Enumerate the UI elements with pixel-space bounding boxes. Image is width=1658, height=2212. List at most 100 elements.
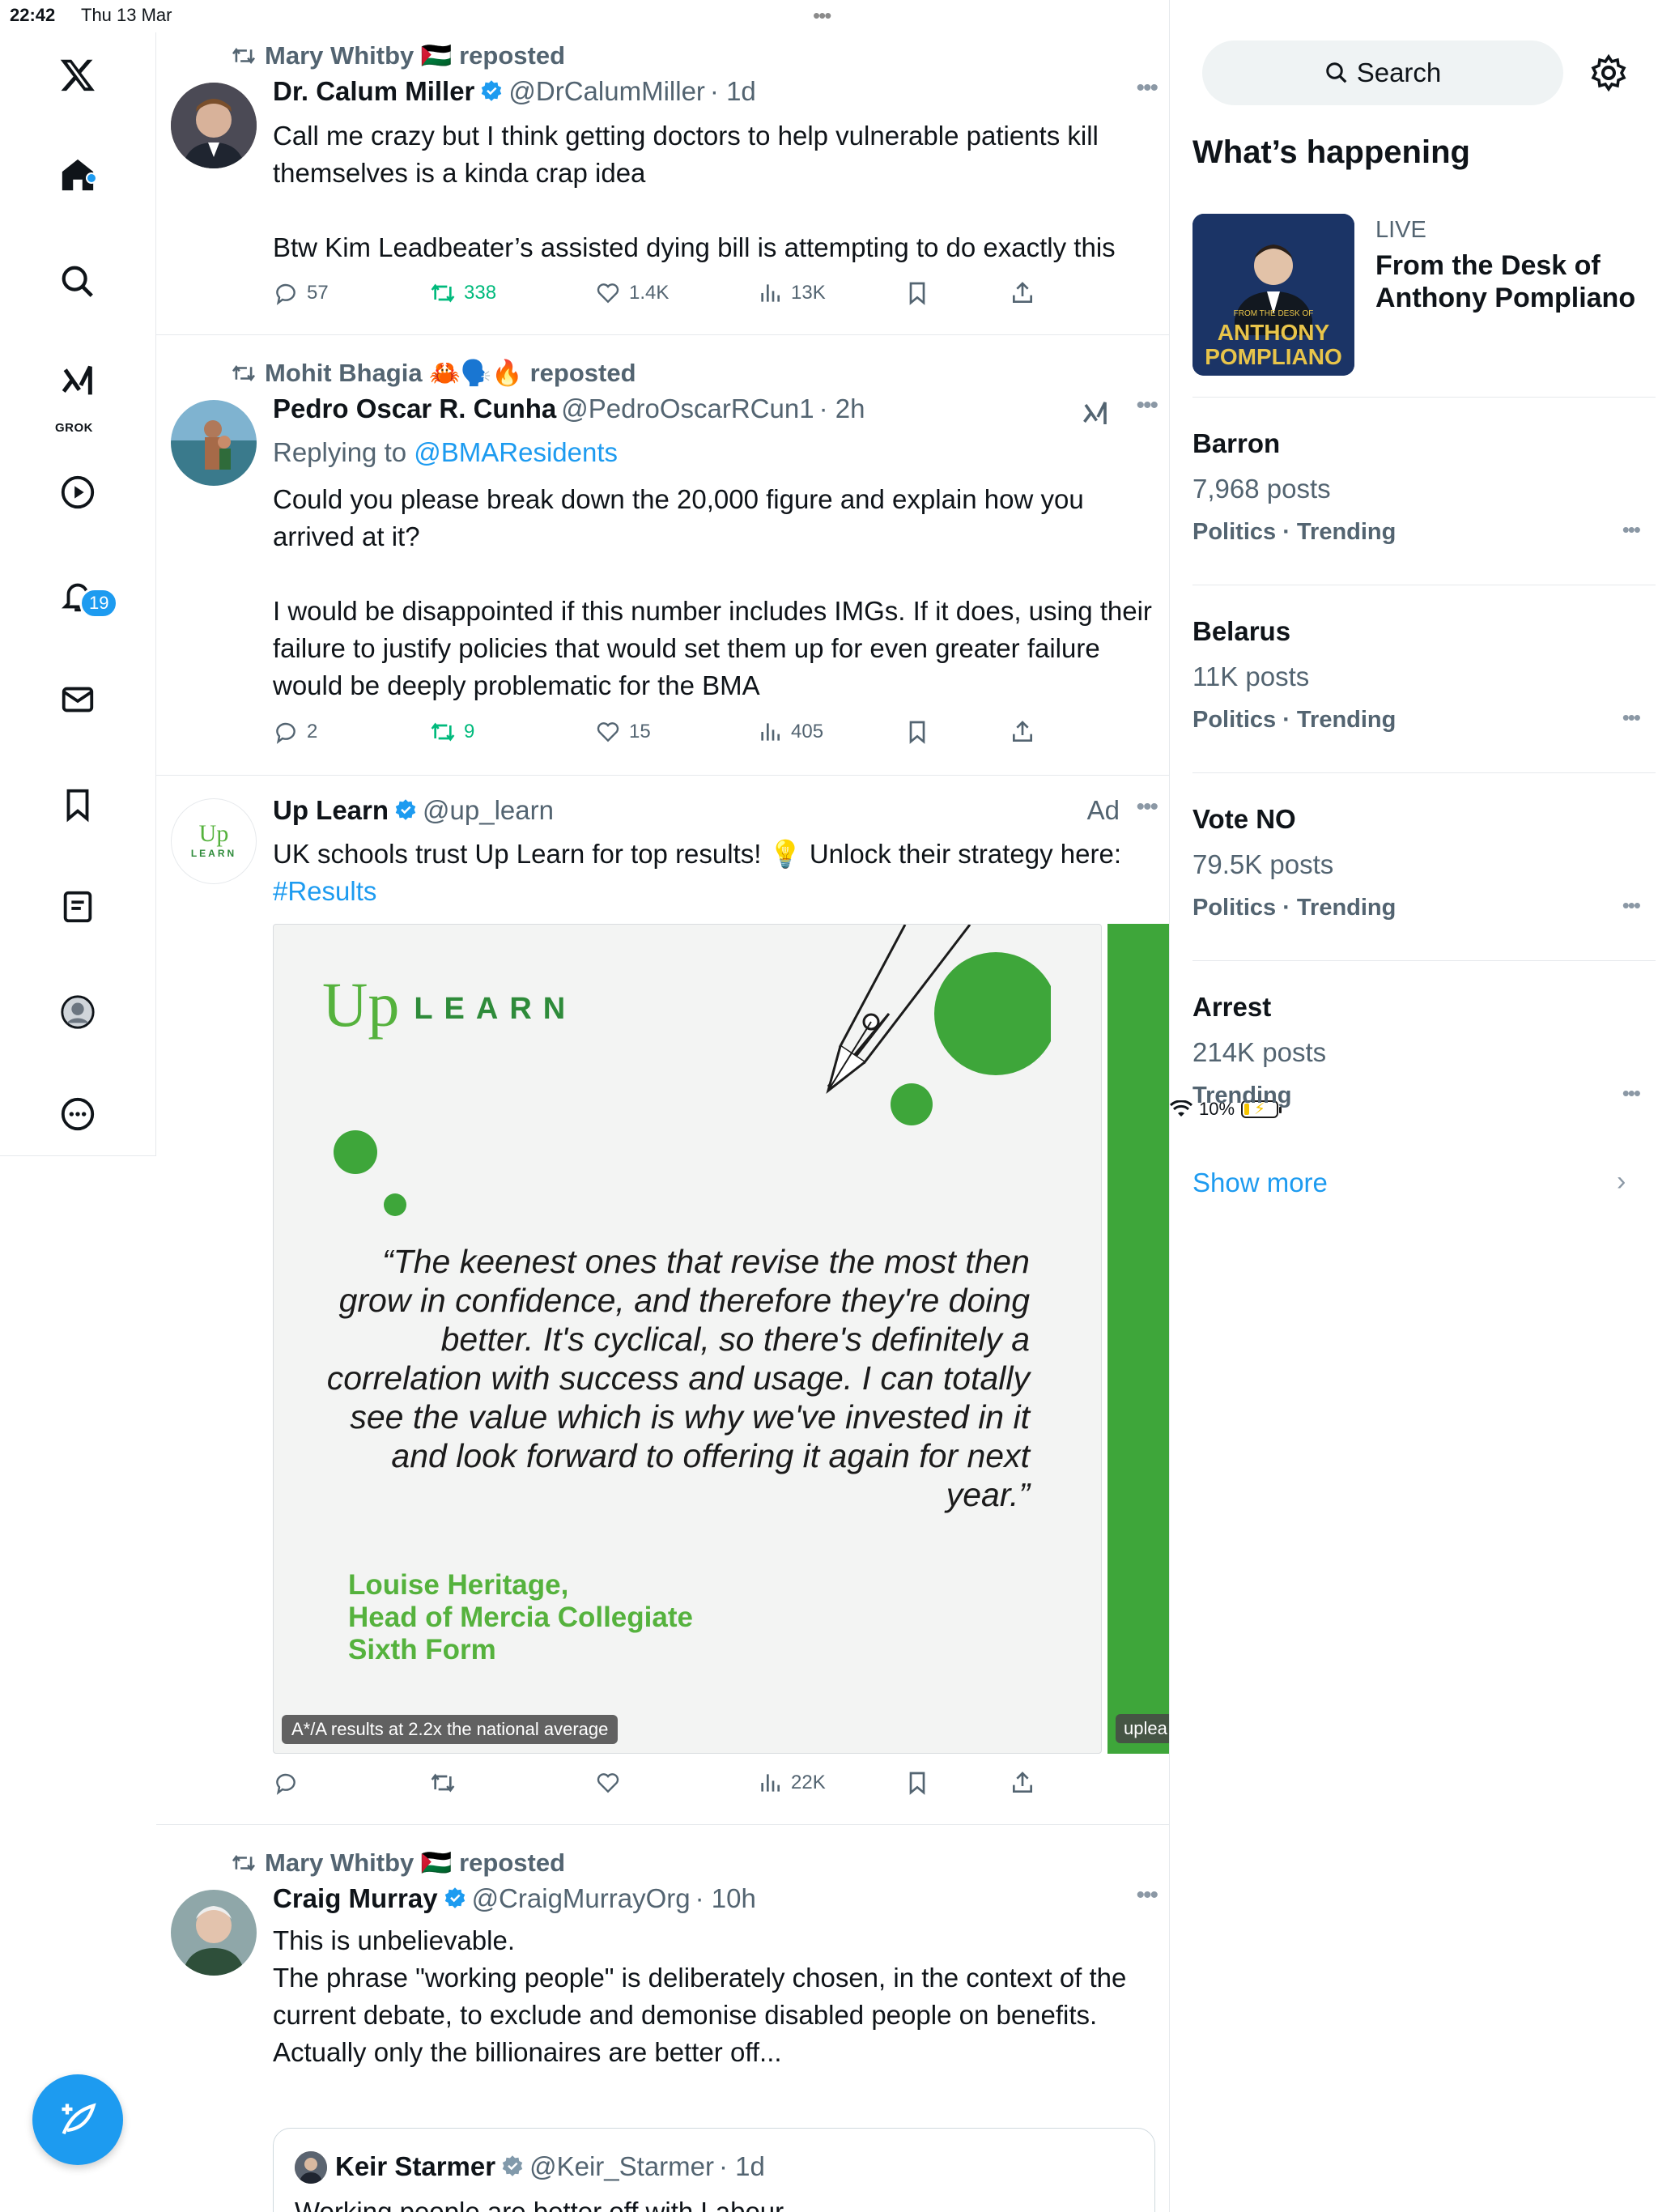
reply-button[interactable]: 2 bbox=[273, 719, 317, 745]
avatar[interactable] bbox=[171, 1890, 257, 1976]
replying-to-link[interactable]: @BMAResidents bbox=[414, 437, 618, 467]
trend-count: 11K posts bbox=[1192, 661, 1310, 691]
like-button[interactable]: 15 bbox=[595, 719, 651, 745]
video-icon[interactable] bbox=[57, 471, 99, 513]
repost-count: 338 bbox=[464, 282, 497, 304]
fountain-pen-illustration bbox=[826, 925, 1051, 1094]
reply-icon bbox=[276, 1773, 295, 1795]
like-button[interactable] bbox=[595, 1770, 621, 1796]
live-thumbnail: FROM THE DESK OF ANTHONY POMPLIANO bbox=[1192, 214, 1354, 376]
repost-button[interactable]: 9 bbox=[430, 719, 474, 745]
trend-item[interactable]: Vote NO 79.5K posts Politics · Trending … bbox=[1192, 772, 1656, 960]
reply-icon bbox=[276, 722, 295, 744]
avatar[interactable] bbox=[171, 400, 257, 486]
lists-icon[interactable] bbox=[57, 886, 99, 928]
reply-button[interactable]: 57 bbox=[273, 280, 329, 306]
post-time[interactable]: · 1d bbox=[710, 76, 756, 107]
repost-button[interactable] bbox=[430, 1770, 456, 1796]
government-badge-icon bbox=[502, 2155, 523, 2176]
share-button[interactable] bbox=[1010, 1770, 1035, 1796]
bookmark-button[interactable] bbox=[904, 280, 930, 306]
reply-icon bbox=[276, 283, 295, 305]
share-icon bbox=[1013, 721, 1032, 742]
author-handle[interactable]: @up_learn bbox=[423, 795, 554, 826]
heart-icon bbox=[597, 1773, 619, 1793]
quoted-tweet-text: Working people are better off with Labou… bbox=[295, 2197, 784, 2212]
trend-more-icon[interactable]: ••• bbox=[1622, 705, 1641, 730]
quoted-author-name[interactable]: Keir Starmer bbox=[335, 2151, 495, 2182]
ad-card-image[interactable]: Up LEARN “The keenest ones that revise t… bbox=[273, 924, 1102, 1754]
quoted-post-time[interactable]: · 1d bbox=[719, 2151, 765, 2182]
live-label: LIVE bbox=[1375, 217, 1426, 243]
bookmark-button[interactable] bbox=[904, 1770, 930, 1796]
repost-by-text[interactable]: Mary Whitby 🇵🇸 reposted bbox=[265, 40, 565, 70]
more-icon[interactable] bbox=[57, 1093, 99, 1135]
timeline-feed[interactable]: Mary Whitby 🇵🇸 reposted Dr. Calum Miller… bbox=[156, 0, 1170, 2212]
more-options-icon[interactable]: ••• bbox=[1136, 793, 1158, 821]
chevron-right-icon[interactable]: › bbox=[1617, 1166, 1626, 1197]
thumb-small-text: FROM THE DESK OF bbox=[1233, 309, 1314, 318]
show-more-link[interactable]: Show more bbox=[1192, 1168, 1328, 1198]
repost-icon bbox=[232, 1854, 256, 1871]
profile-icon[interactable] bbox=[57, 991, 99, 1033]
live-event-card[interactable]: FROM THE DESK OF ANTHONY POMPLIANO LIVE … bbox=[1192, 214, 1656, 379]
repost-by-text[interactable]: Mohit Bhagia 🦀🗣️🔥 reposted bbox=[265, 358, 636, 388]
tweet[interactable]: Mary Whitby 🇵🇸 reposted Dr. Calum Miller… bbox=[156, 0, 1169, 335]
replying-prefix: Replying to bbox=[273, 437, 414, 467]
thumb-name-line: POMPLIANO bbox=[1205, 344, 1342, 369]
x-logo-icon[interactable] bbox=[57, 53, 99, 96]
quoted-author-handle[interactable]: @Keir_Starmer bbox=[529, 2151, 714, 2182]
grok-label: GROK bbox=[55, 421, 93, 435]
views-button[interactable]: 22K bbox=[757, 1770, 826, 1796]
search-input[interactable]: Search bbox=[1202, 40, 1563, 105]
share-button[interactable] bbox=[1010, 280, 1035, 306]
author-name[interactable]: Craig Murray bbox=[273, 1883, 438, 1914]
hashtag-link[interactable]: #Results bbox=[273, 876, 376, 906]
attribution-line: Sixth Form bbox=[348, 1634, 496, 1665]
compose-button[interactable] bbox=[32, 2074, 123, 2165]
logo-learn: LEARN bbox=[414, 992, 577, 1026]
trend-more-icon[interactable]: ••• bbox=[1622, 517, 1641, 542]
author-name[interactable]: Dr. Calum Miller bbox=[273, 76, 474, 107]
bookmark-button[interactable] bbox=[904, 719, 930, 745]
messages-icon[interactable] bbox=[57, 678, 99, 721]
ad-card-next-image[interactable]: uplea bbox=[1107, 924, 1169, 1754]
trend-count: 7,968 posts bbox=[1192, 474, 1331, 504]
avatar[interactable] bbox=[171, 83, 257, 168]
author-handle[interactable]: @CraigMurrayOrg bbox=[472, 1883, 691, 1914]
ad-label: Ad bbox=[1086, 795, 1120, 825]
views-button[interactable]: 13K bbox=[757, 280, 826, 306]
whats-happening-title: What’s happening bbox=[1192, 134, 1470, 170]
bookmarks-icon[interactable] bbox=[57, 784, 99, 826]
attribution-line: Head of Mercia Collegiate bbox=[348, 1602, 693, 1633]
tweet[interactable]: Mohit Bhagia 🦀🗣️🔥 reposted Pedro Oscar R… bbox=[156, 335, 1169, 776]
author-handle[interactable]: @DrCalumMiller bbox=[508, 76, 705, 107]
quoted-tweet[interactable]: Keir Starmer @Keir_Starmer · 1d Working … bbox=[273, 2128, 1155, 2212]
verified-badge-icon bbox=[395, 799, 416, 820]
more-options-icon[interactable]: ••• bbox=[1136, 74, 1158, 102]
trend-item[interactable]: Belarus 11K posts Politics · Trending ••… bbox=[1192, 585, 1656, 772]
trend-name: Barron bbox=[1192, 428, 1281, 458]
grok-explain-icon[interactable] bbox=[1081, 400, 1110, 429]
trend-item[interactable]: Arrest 214K posts Trending ••• bbox=[1192, 960, 1656, 1148]
more-options-icon[interactable]: ••• bbox=[1136, 1882, 1158, 1909]
share-button[interactable] bbox=[1010, 719, 1035, 745]
post-time[interactable]: · 2h bbox=[819, 393, 865, 424]
author-name[interactable]: Up Learn bbox=[273, 795, 389, 826]
repost-by-text[interactable]: Mary Whitby 🇵🇸 reposted bbox=[265, 1848, 565, 1878]
like-button[interactable]: 1.4K bbox=[595, 280, 669, 306]
author-handle[interactable]: @PedroOscarRCun1 bbox=[561, 393, 814, 424]
trend-more-icon[interactable]: ••• bbox=[1622, 893, 1641, 918]
post-time[interactable]: · 10h bbox=[695, 1883, 756, 1914]
avatar[interactable]: Up LEARN bbox=[171, 798, 257, 884]
search-icon[interactable] bbox=[57, 261, 99, 303]
author-name[interactable]: Pedro Oscar R. Cunha bbox=[273, 393, 556, 424]
gear-icon[interactable] bbox=[1589, 53, 1628, 92]
grok-icon[interactable] bbox=[57, 361, 99, 403]
trend-item[interactable]: Barron 7,968 posts Politics · Trending •… bbox=[1192, 397, 1656, 585]
more-options-icon[interactable]: ••• bbox=[1136, 392, 1158, 419]
repost-button[interactable]: 338 bbox=[430, 280, 496, 306]
views-button[interactable]: 405 bbox=[757, 719, 823, 745]
trend-more-icon[interactable]: ••• bbox=[1622, 1081, 1641, 1106]
reply-button[interactable] bbox=[273, 1770, 299, 1796]
